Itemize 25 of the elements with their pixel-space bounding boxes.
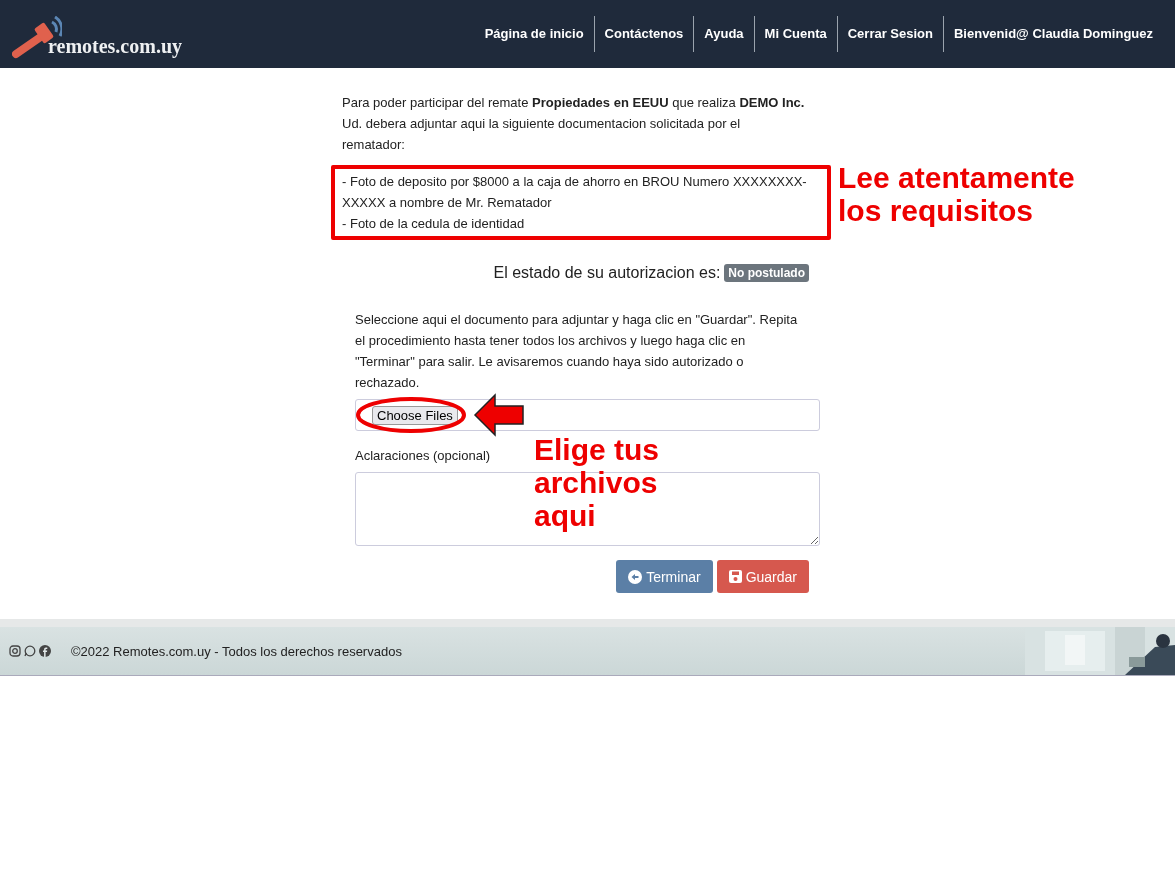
nav-link[interactable]: Página de inicio <box>474 16 594 52</box>
nav-link[interactable]: Contáctenos <box>593 16 694 52</box>
notes-field[interactable] <box>355 472 820 546</box>
save-button[interactable]: Guardar <box>716 560 809 593</box>
intro-text: Para poder participar del remate Propiedades en EEUU que realiza DEMO Inc. Ud. debera adjuntar aqui la siguiente documentacion solicitada por el rematador: <box>342 94 805 154</box>
annotation-text: Lee atentamente los requisitos <box>838 161 1076 227</box>
facebook-icon[interactable] <box>39 645 51 657</box>
nav-link[interactable]: Mi Cuenta <box>753 16 837 52</box>
instagram-icon[interactable] <box>9 645 21 657</box>
nav-link[interactable]: Ayuda <box>693 16 754 52</box>
notes-label: Aclaraciones (opcional) <box>355 447 491 465</box>
requirement-text: - Foto de la cedula de identidad <box>342 215 526 233</box>
whatsapp-icon[interactable] <box>24 645 36 657</box>
finish-button[interactable]: Terminar <box>616 560 713 593</box>
nav-link[interactable]: Bienvenid@ Claudia Dominguez <box>942 16 1163 52</box>
copyright-text: ©2022 Remotes.com.uy - Todos los derechos reservados <box>71 643 402 659</box>
nav-link[interactable]: Cerrar Sesion <box>836 16 943 52</box>
annotation-arrow <box>473 393 525 437</box>
logo-text[interactable]: remotes.com.uy <box>48 35 183 58</box>
choose-files-button[interactable]: Choose Files <box>372 405 458 425</box>
instructions-text: Seleccione aqui el documento para adjuntar y haga clic en "Guardar". Repita el procedimiento hasta tener todos los archivos y luego haga clic en "Terminar" para salir. Le avisaremos cuando haya sido autorizado o rechazado. <box>355 311 799 392</box>
status-label: El estado de su autorizacion es: <box>493 263 721 283</box>
requirement-text: - Foto de deposito por $8000 a la caja de ahorro en BROU Numero XXXXXXXX-XXXXX a nombre de Mr. Rematador <box>342 173 808 212</box>
status-badge: No postulado <box>724 263 809 282</box>
annotation-text: Elige tus archivos aqui <box>534 433 661 532</box>
